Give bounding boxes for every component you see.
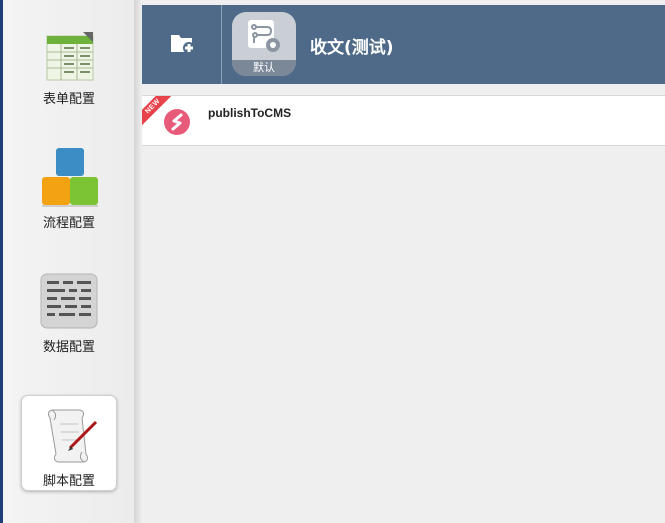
sidebar-item-process-config[interactable]: 流程配置	[21, 138, 117, 234]
sidebar: 表单配置 流程配置 数据配置 脚本配置	[3, 0, 134, 523]
form-table-icon	[46, 32, 94, 81]
script-name: publishToCMS	[208, 106, 292, 120]
script-list: NEW publishToCMS	[142, 95, 665, 146]
group-tile-caption: 默认	[232, 60, 296, 76]
page-title: 收文(测试)	[310, 38, 394, 58]
add-folder-button[interactable]	[142, 5, 222, 84]
data-list-icon	[40, 273, 98, 329]
script-s-icon	[164, 109, 190, 135]
script-scroll-icon	[47, 409, 98, 463]
group-tile-default[interactable]: 默认	[232, 12, 296, 76]
sidebar-item-label: 流程配置	[42, 216, 95, 231]
sidebar-item-script-config[interactable]: 脚本配置	[21, 395, 117, 491]
flow-gear-icon	[248, 20, 280, 52]
sidebar-item-label: 数据配置	[42, 340, 95, 355]
header-bar: 默认 收文(测试)	[142, 5, 665, 84]
sidebar-item-form-config[interactable]: 表单配置	[21, 14, 117, 110]
sidebar-item-label: 脚本配置	[42, 474, 95, 489]
sidebar-divider	[134, 0, 142, 523]
sidebar-item-data-config[interactable]: 数据配置	[21, 262, 117, 358]
process-blocks-icon	[42, 148, 98, 207]
sidebar-item-label: 表单配置	[42, 92, 95, 107]
add-folder-icon	[171, 35, 195, 54]
